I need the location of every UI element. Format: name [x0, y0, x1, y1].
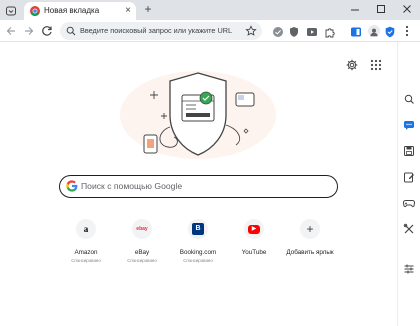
tab-strip: Новая вкладка × +	[0, 0, 420, 20]
shortcut-amazon[interactable]: a Amazon Спонсировано	[56, 217, 116, 277]
new-tab-page: Поиск с помощью Google a Amazon Спонсиро…	[0, 43, 397, 326]
gamepad-icon[interactable]	[403, 196, 415, 208]
close-window-button[interactable]	[394, 0, 420, 20]
ebay-favicon-icon: ebay	[132, 219, 152, 239]
extension-shield-icon[interactable]	[288, 25, 300, 37]
sliders-icon[interactable]	[403, 262, 415, 274]
amazon-favicon-icon: a	[76, 219, 96, 239]
new-tab-button[interactable]: +	[140, 2, 156, 18]
browser-toolbar: Введите поисковый запрос или укажите URL	[0, 20, 420, 42]
sponsored-label: Спонсировано	[183, 258, 213, 263]
edit-icon[interactable]	[403, 170, 415, 183]
shortcut-label: Booking.com	[179, 249, 217, 256]
sponsored-label: Спонсировано	[127, 258, 157, 263]
booking-favicon-icon: B	[188, 219, 208, 239]
tab-new-tab[interactable]: Новая вкладка ×	[24, 2, 136, 20]
shortcut-booking[interactable]: B Booking.com Спонсировано	[168, 217, 228, 277]
side-panel-toggle-icon[interactable]	[350, 25, 362, 37]
chat-icon[interactable]	[403, 118, 415, 130]
address-bar-placeholder: Введите поисковый запрос или укажите URL	[80, 26, 233, 35]
tab-close-button[interactable]: ×	[125, 5, 131, 17]
save-icon[interactable]	[403, 144, 415, 156]
google-g-icon	[66, 180, 78, 192]
extension-video-icon[interactable]	[306, 25, 318, 37]
site-info-icon[interactable]	[66, 26, 76, 36]
shortcut-label: Amazon	[74, 249, 98, 256]
tab-title: Новая вкладка	[44, 6, 100, 15]
maximize-button[interactable]	[368, 0, 394, 20]
shortcut-youtube[interactable]: ▶ YouTube	[224, 217, 284, 277]
lens-icon[interactable]	[403, 92, 415, 104]
extension-gray-icon[interactable]	[272, 25, 284, 37]
vpn-shield-icon[interactable]	[384, 25, 396, 38]
shortcut-label: YouTube	[241, 249, 267, 256]
sponsored-label: Спонсировано	[71, 258, 101, 263]
apps-grid-icon[interactable]	[370, 58, 382, 71]
back-icon[interactable]	[4, 24, 18, 38]
add-shortcut-button[interactable]: + Добавить ярлык	[280, 217, 340, 277]
tools-icon[interactable]	[403, 222, 415, 234]
side-panel-rail	[397, 42, 420, 326]
minimize-button[interactable]	[342, 0, 368, 20]
forward-icon[interactable]	[22, 24, 36, 38]
search-placeholder: Поиск с помощью Google	[81, 181, 183, 191]
extensions-puzzle-icon[interactable]	[324, 25, 336, 38]
shortcut-ebay[interactable]: ebay eBay Спонсировано	[112, 217, 172, 277]
google-search-box[interactable]: Поиск с помощью Google	[59, 175, 338, 198]
avatar[interactable]	[368, 25, 380, 37]
shortcut-label: eBay	[134, 249, 150, 256]
chrome-favicon-icon	[30, 6, 40, 16]
menu-icon[interactable]	[400, 24, 414, 38]
youtube-favicon-icon: ▶	[244, 219, 264, 239]
shortcut-label: Добавить ярлык	[286, 249, 334, 256]
tab-search-icon[interactable]	[5, 4, 17, 16]
reload-icon[interactable]	[40, 24, 54, 38]
shortcut-tiles: a Amazon Спонсировано ebay eBay Спонсиро…	[56, 217, 346, 277]
security-shield-illustration	[120, 71, 276, 159]
address-bar[interactable]: Введите поисковый запрос или укажите URL	[60, 22, 262, 40]
bookmark-star-icon[interactable]	[245, 25, 257, 37]
plus-icon: +	[300, 219, 320, 239]
settings-gear-icon[interactable]	[346, 58, 358, 71]
